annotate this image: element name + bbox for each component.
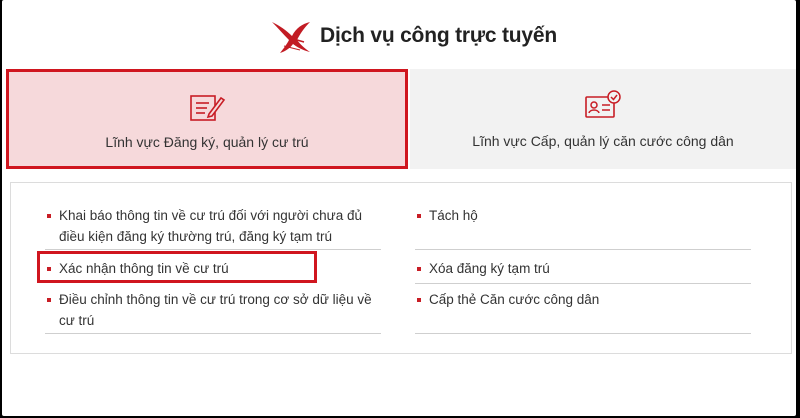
header: Dịch vụ công trực tuyến [2, 0, 796, 66]
tab-citizen-id[interactable]: Lĩnh vực Cấp, quản lý căn cước công dân [410, 69, 796, 169]
highlight-box [37, 251, 317, 283]
id-card-check-icon [585, 90, 621, 118]
service-link-household-split[interactable]: Tách hộ [417, 205, 759, 226]
divider [45, 333, 381, 334]
bullet-icon [47, 298, 51, 302]
tab-label: Lĩnh vực Đăng ký, quản lý cư trú [105, 134, 309, 150]
bullet-icon [417, 298, 421, 302]
service-link-citizen-id-card[interactable]: Cấp thẻ Căn cước công dân [417, 289, 759, 310]
divider [415, 333, 751, 334]
page-frame: Dịch vụ công trực tuyến Lĩnh vực Đăng ký… [2, 0, 796, 416]
services-panel: Khai báo thông tin về cư trú đối với ngư… [10, 182, 792, 354]
service-link-temporary-residence-removal[interactable]: Xóa đăng ký tạm trú [417, 258, 759, 279]
service-link-residence-adjustment[interactable]: Điều chỉnh thông tin về cư trú trong cơ … [47, 289, 389, 331]
tab-residence-registration[interactable]: Lĩnh vực Đăng ký, quản lý cư trú [6, 69, 408, 169]
divider [415, 283, 751, 284]
service-link-residence-declaration[interactable]: Khai báo thông tin về cư trú đối với ngư… [47, 205, 389, 247]
document-pen-icon [190, 95, 226, 121]
bullet-icon [417, 267, 421, 271]
bullet-icon [47, 214, 51, 218]
tab-label: Lĩnh vực Cấp, quản lý căn cước công dân [472, 133, 734, 149]
page-title: Dịch vụ công trực tuyến [320, 24, 557, 47]
divider [45, 249, 381, 250]
stork-logo-icon [272, 22, 310, 53]
bullet-icon [417, 214, 421, 218]
divider [415, 249, 751, 250]
